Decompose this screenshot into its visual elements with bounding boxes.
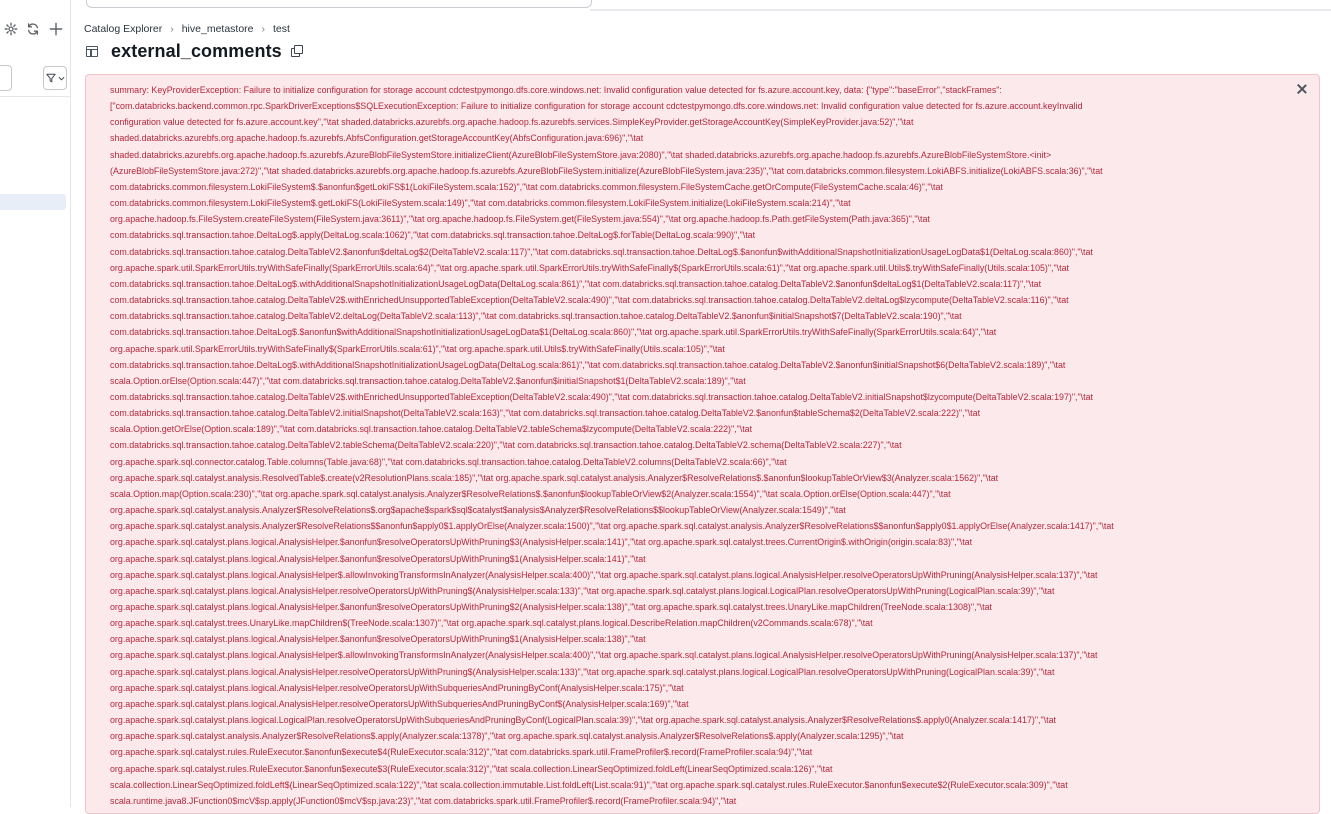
breadcrumb-hive-metastore[interactable]: hive_metastore <box>182 23 254 35</box>
refresh-icon-glyph <box>27 23 39 35</box>
error-line: org.apache.spark.sql.catalyst.plans.logi… <box>110 666 1055 677</box>
breadcrumb-test[interactable]: test <box>273 23 290 35</box>
error-line: com.databricks.common.filesystem.LokiFil… <box>110 198 851 209</box>
page-title: external_comments <box>111 40 282 61</box>
catalog-tree-pane <box>0 0 71 807</box>
error-line: org.apache.spark.sql.catalyst.plans.logi… <box>110 537 973 548</box>
table-icon <box>86 45 98 57</box>
error-line: com.databricks.sql.transaction.tahoe.Del… <box>110 230 756 241</box>
error-line: org.apache.spark.sql.catalyst.plans.logi… <box>110 585 1055 596</box>
error-line: org.apache.spark.sql.catalyst.analysis.A… <box>110 521 1114 532</box>
error-line: com.databricks.sql.transaction.tahoe.Del… <box>110 278 1042 289</box>
error-line: shaded.databricks.azurebfs.org.apache.ha… <box>110 149 1052 160</box>
error-line: org.apache.spark.util.SparkErrorUtils.tr… <box>110 343 725 354</box>
error-alert: summary: KeyProviderException: Failure t… <box>85 74 1320 814</box>
error-line: org.apache.spark.sql.catalyst.plans.logi… <box>110 553 646 564</box>
copy-icon[interactable] <box>290 45 303 57</box>
error-message: summary: KeyProviderException: Failure t… <box>110 82 1290 813</box>
refresh-icon[interactable] <box>24 20 42 38</box>
error-line: com.databricks.sql.transaction.tahoe.cat… <box>110 440 902 451</box>
chevron-down-icon <box>58 76 64 81</box>
error-line: org.apache.spark.sql.catalyst.rules.Rule… <box>110 747 813 758</box>
filter-button[interactable] <box>43 66 67 90</box>
title-row: external_comments <box>86 40 303 62</box>
error-line: ["com.databricks.backend.common.rpc.Spar… <box>110 101 1083 112</box>
plus-icon-glyph <box>49 22 63 36</box>
error-line: org.apache.hadoop.fs.FileSystem.createFi… <box>110 214 930 225</box>
error-line: org.apache.spark.sql.catalyst.rules.Rule… <box>110 809 1290 813</box>
breadcrumb: Catalog Explorer › hive_metastore › test <box>84 23 290 35</box>
catalog-search-input[interactable] <box>0 65 12 91</box>
error-line: org.apache.spark.sql.catalyst.plans.logi… <box>110 698 689 709</box>
error-line: com.databricks.common.filesystem.LokiFil… <box>110 181 943 192</box>
global-search-input[interactable] <box>86 0 592 8</box>
pane-divider <box>0 96 70 97</box>
error-line: com.databricks.sql.transaction.tahoe.cat… <box>110 246 1093 257</box>
error-line: configuration value detected for fs.azur… <box>110 117 914 128</box>
error-line: org.apache.spark.sql.catalyst.plans.logi… <box>110 682 684 693</box>
error-line: scala.Option.orElse(Option.scala:447)","… <box>110 375 746 386</box>
error-line: org.apache.spark.sql.catalyst.plans.logi… <box>110 602 992 612</box>
breadcrumb-separator: › <box>261 23 266 35</box>
error-line: org.apache.spark.sql.catalyst.trees.Unar… <box>110 618 873 629</box>
error-line: com.databricks.sql.transaction.tahoe.Del… <box>110 359 1066 370</box>
breadcrumb-separator: › <box>170 23 174 35</box>
error-line: org.apache.spark.sql.catalyst.analysis.R… <box>110 472 999 483</box>
error-line: scala.collection.LinearSeqOptimized.fold… <box>110 779 1068 790</box>
error-line: (AzureBlobFileSystemStore.java:272)","\t… <box>110 165 1103 176</box>
close-icon[interactable] <box>1297 84 1307 94</box>
topbar-divider <box>590 9 1331 11</box>
filter-icon <box>45 73 56 83</box>
error-line: com.databricks.sql.transaction.tahoe.Del… <box>110 327 997 338</box>
error-line: org.apache.spark.sql.catalyst.plans.logi… <box>110 634 646 645</box>
plus-icon[interactable] <box>47 20 65 38</box>
error-line: com.databricks.sql.transaction.tahoe.cat… <box>110 408 981 419</box>
error-line: com.databricks.sql.transaction.tahoe.cat… <box>110 391 1093 402</box>
error-line: org.apache.spark.sql.connector.catalog.T… <box>110 456 787 467</box>
error-line: com.databricks.sql.transaction.tahoe.cat… <box>110 311 962 322</box>
error-line: org.apache.spark.sql.catalyst.plans.logi… <box>110 715 1056 726</box>
gear-icon-glyph <box>4 22 18 36</box>
gear-icon[interactable] <box>2 20 20 38</box>
error-line: org.apache.spark.sql.catalyst.rules.Rule… <box>110 763 833 774</box>
error-line: org.apache.spark.sql.catalyst.analysis.A… <box>110 731 904 742</box>
tree-item-selected[interactable] <box>0 194 66 210</box>
error-line: org.apache.spark.sql.catalyst.analysis.A… <box>110 505 846 516</box>
error-line: shaded.databricks.azurebfs.org.apache.ha… <box>110 133 644 144</box>
error-line: scala.Option.map(Option.scala:230)","\ta… <box>110 488 951 499</box>
error-line: org.apache.spark.sql.catalyst.plans.logi… <box>110 569 1098 580</box>
error-line: org.apache.spark.sql.catalyst.plans.logi… <box>110 650 1098 661</box>
breadcrumb-catalog-explorer[interactable]: Catalog Explorer <box>84 23 162 35</box>
error-line: summary: KeyProviderException: Failure t… <box>110 85 1002 95</box>
error-line: scala.Option.getOrElse(Option.scala:189)… <box>110 424 753 435</box>
error-line: org.apache.spark.util.SparkErrorUtils.tr… <box>110 262 1069 273</box>
error-line: com.databricks.sql.transaction.tahoe.cat… <box>110 295 1069 306</box>
